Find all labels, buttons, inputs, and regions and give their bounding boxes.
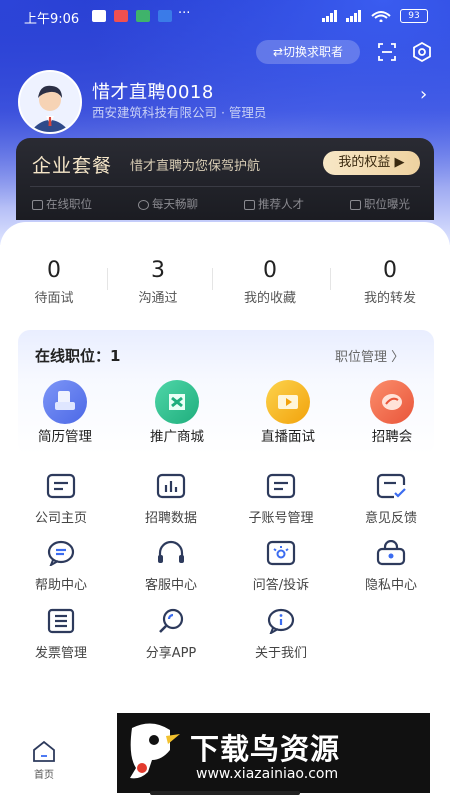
recommend-icon: [244, 199, 255, 210]
invoice-icon[interactable]: [46, 608, 76, 634]
company-homepage-label[interactable]: 公司主页: [11, 507, 111, 526]
job-fair-icon[interactable]: [370, 380, 414, 424]
feedback-icon[interactable]: [376, 473, 406, 499]
job-management-link[interactable]: 职位管理 〉: [335, 346, 404, 365]
bird-logo-icon: [130, 723, 180, 779]
qa-complaint-label[interactable]: 问答/投诉: [231, 574, 331, 593]
help-center-label[interactable]: 帮助中心: [11, 574, 111, 593]
company-icon[interactable]: [46, 473, 76, 499]
subaccount-management-label[interactable]: 子账号管理: [231, 507, 331, 526]
briefcase-icon: [350, 199, 361, 210]
invoice-management-label[interactable]: 发票管理: [11, 642, 111, 661]
job-fair-label[interactable]: 招聘会: [347, 425, 437, 445]
stat-forwards-count[interactable]: 0: [350, 258, 430, 283]
wechat-notification-icon: [136, 9, 151, 22]
monitor-icon: [32, 199, 43, 210]
about-us-label[interactable]: 关于我们: [231, 642, 331, 661]
my-benefits-button[interactable]: 我的权益 ▶: [323, 151, 420, 175]
chevron-right-icon[interactable]: ›: [420, 84, 427, 105]
stat-divider: [107, 268, 108, 290]
resume-glyph: [55, 391, 75, 410]
switch-icon: ⇄: [272, 45, 284, 59]
stat-divider: [212, 268, 213, 290]
bank-notification-icon: [158, 9, 173, 22]
privacy-center-label[interactable]: 隐私中心: [341, 574, 441, 593]
resume-icon[interactable]: [43, 380, 87, 424]
chat-icon: [138, 199, 149, 210]
more-notifications: ···: [178, 6, 191, 21]
chart-icon[interactable]: [156, 473, 186, 499]
company-name[interactable]: 惜才直聘0018: [92, 78, 214, 104]
privacy-icon[interactable]: [376, 540, 406, 566]
stat-contacted-count[interactable]: 3: [118, 258, 198, 283]
subaccount-icon[interactable]: [266, 473, 296, 499]
watermark-url: www.xiazainiao.com: [196, 766, 339, 782]
feedback-label[interactable]: 意见反馈: [341, 507, 441, 526]
stat-pending-interview-count[interactable]: 0: [14, 258, 94, 283]
stat-favorites-label[interactable]: 我的收藏: [230, 287, 310, 306]
home-indicator: [150, 791, 300, 795]
tab-home-label[interactable]: 首页: [34, 766, 54, 781]
company-subtitle: 西安建筑科技有限公司 · 管理员: [92, 105, 267, 120]
resume-management-label[interactable]: 简历管理: [20, 425, 110, 445]
switch-to-jobseeker-button[interactable]: ⇄切换求职者: [256, 40, 360, 64]
customer-service-label[interactable]: 客服中心: [121, 574, 221, 593]
recruit-data-label[interactable]: 招聘数据: [121, 507, 221, 526]
live-interview-icon[interactable]: [266, 380, 310, 424]
stat-contacted-label[interactable]: 沟通过: [118, 287, 198, 306]
home-icon[interactable]: [32, 740, 56, 762]
online-jobs-title: 在线职位：1: [35, 347, 121, 365]
promotion-mall-icon[interactable]: [155, 380, 199, 424]
vip-slogan: 惜才直聘为您保驾护航: [130, 159, 261, 174]
share-icon[interactable]: [156, 608, 186, 634]
vip-divider: [30, 186, 420, 187]
live-glyph: [278, 395, 298, 409]
qa-icon[interactable]: [266, 540, 296, 566]
promotion-mall-label[interactable]: 推广商城: [132, 425, 222, 445]
vip-feature-daily-chat: 每天畅聊: [138, 196, 198, 212]
vip-feature-recommend: 推荐人才: [244, 196, 304, 212]
status-time: 上午9:06: [24, 12, 80, 27]
switch-label: 切换求职者: [283, 45, 344, 59]
vip-feature-online-jobs: 在线职位: [32, 196, 92, 212]
notification-icons: [88, 8, 173, 23]
battery-icon: 93: [400, 9, 428, 23]
signal-wifi-icon: [322, 10, 391, 22]
scan-icon[interactable]: [378, 43, 396, 61]
settings-icon[interactable]: [412, 42, 432, 62]
watermark-title: 下载鸟资源: [190, 732, 341, 766]
vip-title: 企业套餐: [32, 155, 113, 177]
app-notification-icon: [114, 9, 129, 22]
help-icon[interactable]: [46, 540, 76, 566]
mute-icon: [92, 9, 106, 22]
share-app-label[interactable]: 分享APP: [121, 642, 221, 661]
vip-feature-exposure: 职位曝光: [350, 196, 410, 212]
headset-icon[interactable]: [156, 540, 186, 566]
stat-forwards-label[interactable]: 我的转发: [350, 287, 430, 306]
stat-divider: [330, 268, 331, 290]
about-icon[interactable]: [266, 608, 296, 634]
stat-pending-interview-label[interactable]: 待面试: [14, 287, 94, 306]
promotion-glyph: [169, 394, 185, 410]
stat-favorites-count[interactable]: 0: [230, 258, 310, 283]
live-interview-label[interactable]: 直播面试: [243, 425, 333, 445]
job-fair-glyph: [382, 394, 402, 410]
avatar[interactable]: [18, 70, 82, 134]
avatar-illustration: [20, 72, 80, 132]
